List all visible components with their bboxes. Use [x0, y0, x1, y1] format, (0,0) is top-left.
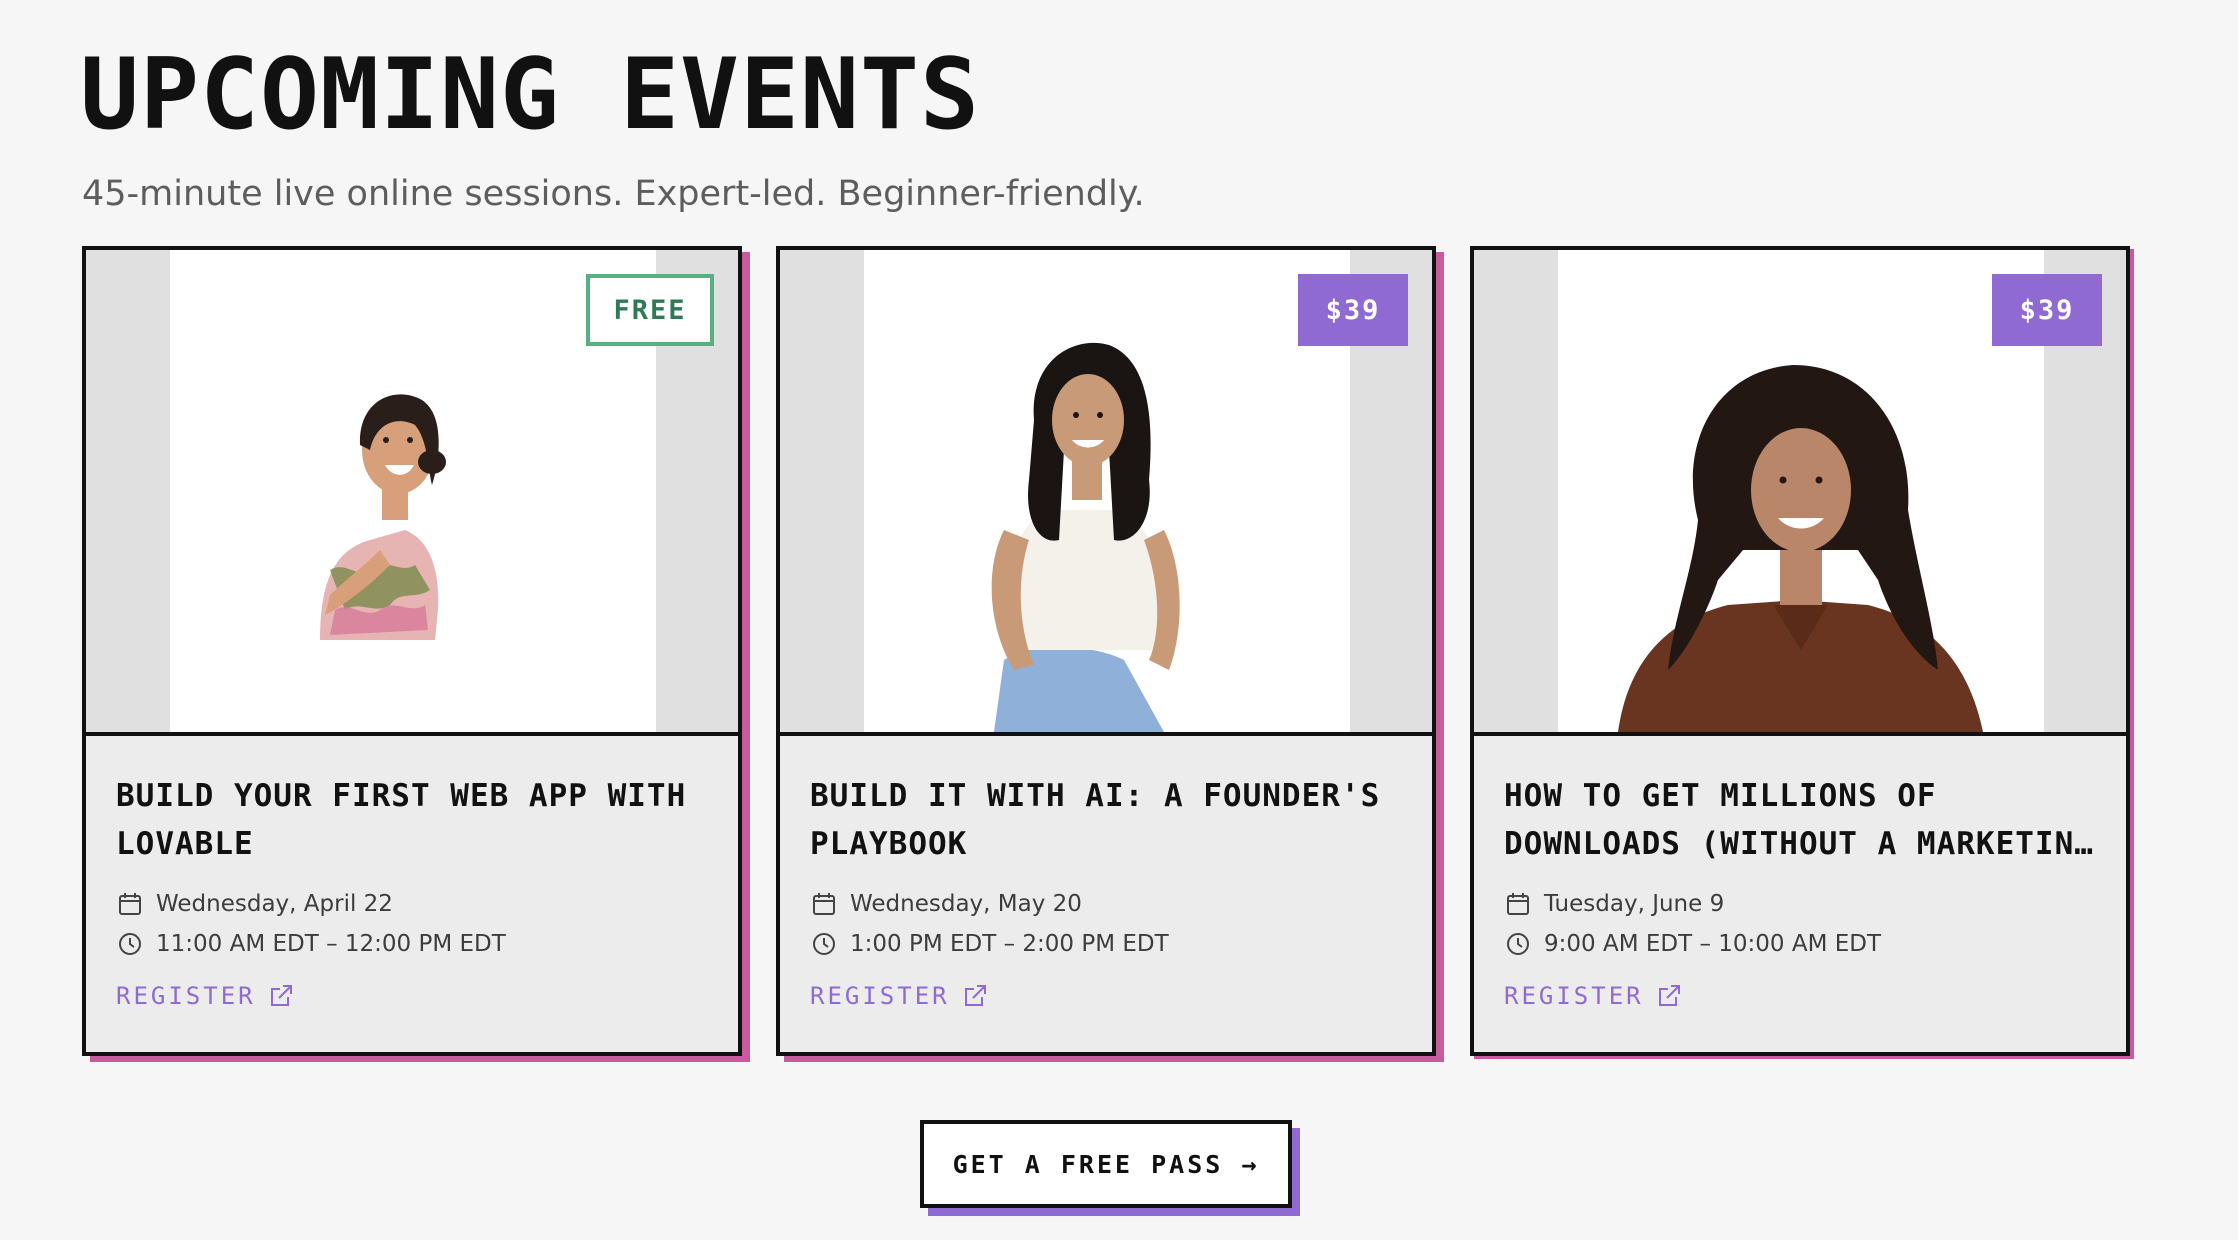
event-title[interactable]: HOW TO GET MILLIONS OF DOWNLOADS (WITHOU… — [1504, 772, 2104, 868]
event-time: 9:00 AM EDT – 10:00 AM EDT — [1544, 931, 1882, 957]
register-link[interactable]: REGISTER — [1504, 982, 1682, 1010]
event-card: $39 HOW TO GET MILLIONS OF DOWNLOADS (WI… — [1470, 246, 2130, 1056]
cta-container: GET A FREE PASS → — [920, 1120, 1300, 1216]
event-card: FREE BUILD YOUR FIRST WEB APP WITH LOVAB… — [82, 246, 742, 1056]
calendar-icon — [116, 890, 144, 918]
event-title[interactable]: BUILD YOUR FIRST WEB APP WITH LOVABLE — [116, 772, 716, 868]
speaker-photo-area: $39 — [780, 250, 1432, 736]
price-badge: $39 — [1298, 274, 1408, 346]
register-label: REGISTER — [116, 982, 256, 1010]
speaker-photo — [1558, 250, 2044, 732]
event-date-row: Tuesday, June 9 — [1504, 884, 2104, 924]
page-subtitle: 45-minute live online sessions. Expert-l… — [82, 174, 1145, 214]
register-link[interactable]: REGISTER — [116, 982, 294, 1010]
event-card-list: FREE BUILD YOUR FIRST WEB APP WITH LOVAB… — [82, 246, 2132, 1056]
event-date: Wednesday, May 20 — [850, 891, 1082, 917]
speaker-photo — [864, 250, 1350, 732]
event-card: $39 BUILD IT WITH AI: A FOUNDER'S PLAYBO… — [776, 246, 1436, 1056]
event-date: Tuesday, June 9 — [1544, 891, 1725, 917]
register-link[interactable]: REGISTER — [810, 982, 988, 1010]
clock-icon — [1504, 930, 1532, 958]
external-link-icon — [1658, 985, 1680, 1006]
event-meta: Wednesday, May 20 1:00 PM EDT – 2:00 PM … — [810, 884, 1410, 964]
speaker-photo-icon — [320, 394, 446, 640]
calendar-icon — [810, 890, 838, 918]
register-label: REGISTER — [1504, 982, 1644, 1010]
event-date-row: Wednesday, April 22 — [116, 884, 716, 924]
event-card-body: BUILD IT WITH AI: A FOUNDER'S PLAYBOOK W… — [810, 772, 1410, 1010]
calendar-icon — [1504, 890, 1532, 918]
clock-icon — [810, 930, 838, 958]
events-page: UPCOMING EVENTS 45-minute live online se… — [0, 0, 2238, 1240]
external-link-icon — [964, 985, 986, 1006]
price-badge: $39 — [1992, 274, 2102, 346]
event-meta: Tuesday, June 9 9:00 AM EDT – 10:00 AM E… — [1504, 884, 2104, 964]
speaker-photo-icon — [991, 342, 1180, 732]
event-time-row: 9:00 AM EDT – 10:00 AM EDT — [1504, 924, 2104, 964]
event-title[interactable]: BUILD IT WITH AI: A FOUNDER'S PLAYBOOK — [810, 772, 1410, 868]
event-card-body: BUILD YOUR FIRST WEB APP WITH LOVABLE We… — [116, 772, 716, 1010]
event-time: 11:00 AM EDT – 12:00 PM EDT — [156, 931, 506, 957]
event-card-body: HOW TO GET MILLIONS OF DOWNLOADS (WITHOU… — [1504, 772, 2104, 1010]
event-time-row: 11:00 AM EDT – 12:00 PM EDT — [116, 924, 716, 964]
page-title: UPCOMING EVENTS — [80, 38, 981, 152]
register-label: REGISTER — [810, 982, 950, 1010]
external-link-icon — [270, 985, 292, 1006]
get-free-pass-button[interactable]: GET A FREE PASS → — [920, 1120, 1292, 1208]
event-time-row: 1:00 PM EDT – 2:00 PM EDT — [810, 924, 1410, 964]
event-meta: Wednesday, April 22 11:00 AM EDT – 12:00… — [116, 884, 716, 964]
event-date: Wednesday, April 22 — [156, 891, 393, 917]
speaker-photo — [170, 250, 656, 732]
event-date-row: Wednesday, May 20 — [810, 884, 1410, 924]
event-time: 1:00 PM EDT – 2:00 PM EDT — [850, 931, 1169, 957]
speaker-photo-area: FREE — [86, 250, 738, 736]
speaker-photo-icon — [1618, 365, 1983, 732]
speaker-photo-area: $39 — [1474, 250, 2126, 736]
price-badge: FREE — [586, 274, 714, 346]
clock-icon — [116, 930, 144, 958]
